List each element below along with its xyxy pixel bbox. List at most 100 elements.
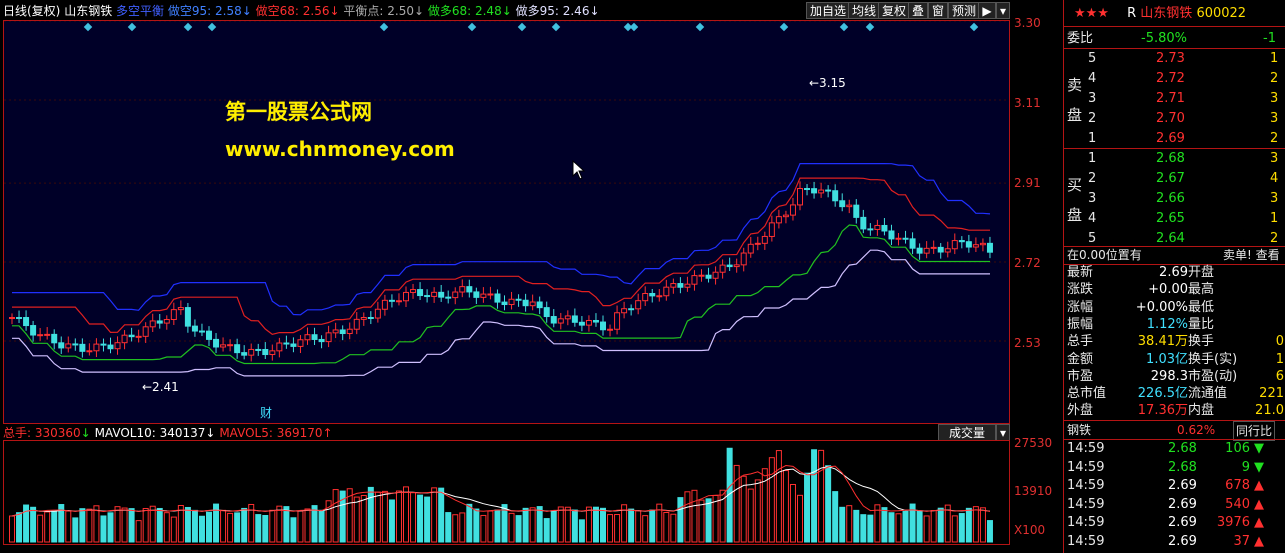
sell-row[interactable]: 1 2.69 2 [1064, 130, 1285, 148]
volume-bar [417, 494, 424, 543]
volume-bar [649, 509, 656, 543]
candle-body [958, 240, 965, 243]
candle-body [860, 216, 867, 230]
candle-body [712, 271, 719, 279]
candle-body [318, 338, 325, 343]
window-button[interactable]: 窗 [928, 2, 949, 19]
volume-bar [529, 507, 536, 543]
volume-bar [128, 508, 135, 543]
weibi-label: 委比 [1067, 31, 1094, 46]
sell-price: 2.72 [1156, 71, 1185, 86]
chevron-down-icon[interactable]: ▾ [996, 2, 1010, 19]
volume-bar [388, 499, 395, 543]
sell-row[interactable]: 5 2.73 1 [1064, 50, 1285, 68]
buy-row[interactable]: 4 2.65 1 [1064, 210, 1285, 228]
arrow-up-icon: ▲ [1254, 515, 1264, 530]
indicator-name[interactable]: 多空平衡 [116, 4, 164, 18]
candle-body [895, 237, 902, 240]
candle-body [867, 228, 874, 231]
tick-row: 14:59 2.68 106 ▼ [1064, 440, 1285, 458]
arrow-down-icon: ▼ [1254, 441, 1264, 456]
band-lower-68 [12, 224, 990, 365]
volume-bar [241, 507, 248, 543]
signal-diamond [517, 22, 527, 32]
buy-row[interactable]: 2 2.67 4 [1064, 170, 1285, 188]
volume-bar [177, 504, 184, 543]
tick-price: 2.68 [1168, 441, 1197, 456]
candle-body [23, 317, 30, 327]
sell-volume: 2 [1270, 71, 1279, 86]
stat-label: 涨幅 [1067, 299, 1094, 315]
volume-bar [473, 508, 480, 543]
candle-body [663, 286, 670, 297]
stat-row: 涨幅 +0.00% 最低 [1064, 299, 1285, 316]
volume-bar [114, 506, 121, 543]
candle-body [635, 300, 642, 310]
tick-price: 2.69 [1168, 496, 1197, 512]
stat-value: 38.41万 [1137, 334, 1188, 350]
signal-diamond [865, 22, 875, 32]
volume-bar [206, 511, 212, 543]
volume-bar [79, 508, 86, 543]
kline-chart[interactable]: ←3.15 ←2.41 财 [3, 20, 1010, 424]
overlay-button[interactable]: 叠 [908, 2, 929, 19]
stat-value-2: 0 [1275, 334, 1284, 350]
candle-body [410, 289, 417, 293]
volume-bar [642, 515, 649, 543]
period-label[interactable]: 日线(复权) [3, 4, 60, 18]
buy-price: 2.65 [1156, 211, 1185, 226]
volume-bar [135, 520, 142, 543]
sell-row[interactable]: 4 2.72 2 [1064, 70, 1285, 88]
stat-row: 总市值 226.5亿 流通值 221 [1064, 385, 1285, 402]
tick-time: 14:59 [1067, 533, 1105, 549]
candle-body [9, 317, 15, 320]
volume-bar [888, 512, 895, 543]
volume-chart[interactable] [3, 440, 1010, 545]
sell-volume: 3 [1270, 111, 1279, 126]
buy-price: 2.66 [1156, 191, 1185, 206]
level: 2 [1088, 111, 1097, 126]
volume-bar [578, 519, 585, 543]
candle-body [65, 343, 72, 349]
buy-row[interactable]: 3 2.66 3 [1064, 190, 1285, 208]
candle-body [459, 286, 466, 293]
volume-bar [782, 470, 789, 543]
level: 3 [1088, 91, 1097, 106]
price-tick: 2.91 [1014, 176, 1041, 190]
play-icon[interactable]: ▶ [978, 2, 996, 19]
restore-rights-button[interactable]: 复权 [878, 2, 911, 19]
buy-row[interactable]: 5 2.64 2 [1064, 230, 1285, 248]
mavol5: MAVOL5: 369170 [219, 426, 323, 440]
forecast-button[interactable]: 预测 [948, 2, 981, 19]
candle-body [163, 319, 170, 324]
candle-body [191, 325, 198, 332]
volume-bar [663, 511, 670, 543]
sell-row[interactable]: 3 2.71 3 [1064, 90, 1285, 108]
position-action-link[interactable]: 卖单! 查看 [1223, 246, 1280, 264]
stat-value-2: 1 [1275, 351, 1284, 367]
arrow-up-icon: ▲ [1254, 533, 1264, 549]
indicator-balance: 平衡点: 2.50 [343, 4, 414, 18]
moving-average-button[interactable]: 均线 [848, 2, 881, 19]
buy-volume: 3 [1270, 191, 1279, 206]
peer-compare-button[interactable]: 同行比 [1233, 421, 1276, 441]
volume-bar [494, 509, 501, 543]
stat-row: 最新 2.69 开盘 [1064, 264, 1285, 281]
arrow-up-icon: ▲ [1254, 496, 1264, 512]
candle-body [93, 343, 100, 352]
volume-bar [522, 507, 529, 543]
candle-body [557, 318, 564, 324]
buy-row[interactable]: 1 2.68 3 [1064, 150, 1285, 168]
candle-body [965, 241, 972, 248]
signal-diamond [695, 22, 705, 32]
candle-body [881, 224, 888, 232]
chevron-down-icon[interactable]: ▾ [996, 424, 1010, 441]
volume-switch-button[interactable]: 成交量 [938, 424, 996, 441]
sell-row[interactable]: 2 2.70 3 [1064, 110, 1285, 128]
stat-value: +0.00 [1148, 282, 1188, 298]
volume-bar [459, 512, 466, 543]
volume-bar [170, 516, 177, 543]
add-favorite-button[interactable]: 加自选 [806, 2, 851, 19]
volume-bar [600, 507, 606, 543]
volume-bar [508, 512, 515, 543]
